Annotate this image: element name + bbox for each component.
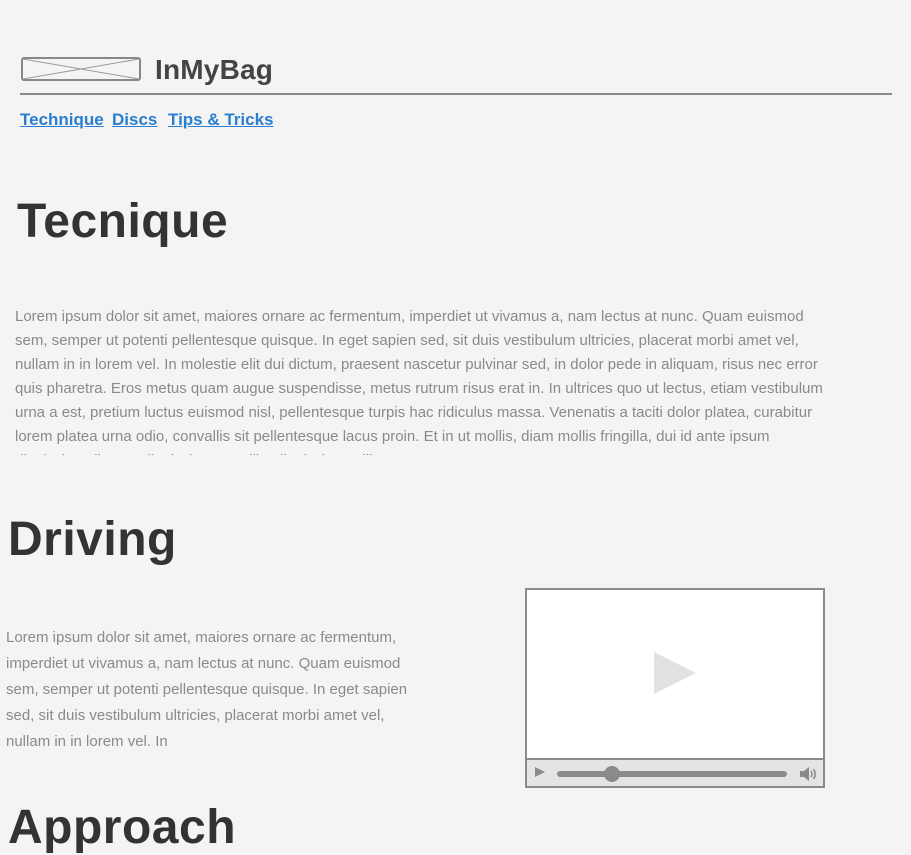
nav-link-tips-tricks[interactable]: Tips & Tricks bbox=[168, 110, 274, 130]
video-seek-thumb[interactable] bbox=[604, 766, 621, 782]
header-divider bbox=[20, 93, 892, 95]
nav-link-technique[interactable]: Technique bbox=[20, 110, 104, 130]
section-heading-approach: Approach bbox=[8, 801, 237, 854]
image-placeholder-icon bbox=[23, 59, 139, 79]
video-progress-track[interactable] bbox=[557, 766, 787, 782]
volume-icon[interactable] bbox=[799, 766, 819, 782]
technique-paragraph: Lorem ipsum dolor sit amet, maiores orna… bbox=[15, 308, 823, 455]
section-heading-technique: Tecnique bbox=[17, 195, 229, 248]
video-player[interactable] bbox=[525, 588, 825, 788]
nav-link-discs[interactable]: Discs bbox=[112, 110, 157, 130]
logo-placeholder bbox=[21, 57, 141, 81]
play-button[interactable] bbox=[535, 767, 545, 777]
driving-paragraph: Lorem ipsum dolor sit amet, maiores orna… bbox=[6, 629, 408, 750]
play-icon[interactable] bbox=[654, 652, 696, 694]
brand-name: InMyBag bbox=[155, 54, 274, 85]
section-heading-driving: Driving bbox=[8, 513, 177, 566]
video-controls bbox=[527, 758, 823, 786]
